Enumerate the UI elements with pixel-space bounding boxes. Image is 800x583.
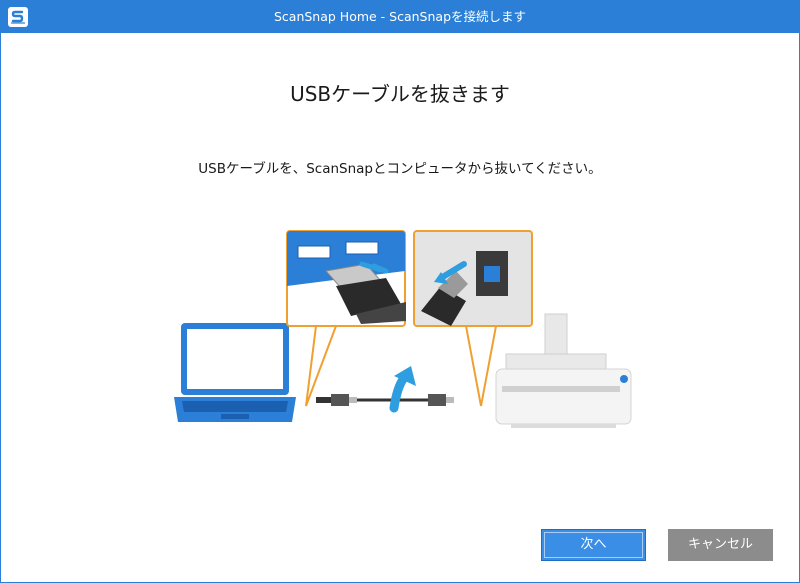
usb-disconnect-illustration [174, 230, 632, 428]
instruction-text: USBケーブルを、ScanSnapとコンピュータから抜いてください。 [198, 161, 602, 177]
next-button[interactable]: 次へ [541, 529, 646, 561]
scanner-icon [495, 313, 632, 428]
title-bar: ScanSnap Home - ScanSnapを接続します [1, 1, 799, 33]
window-title: ScanSnap Home - ScanSnapを接続します [273, 9, 527, 24]
usb-cable-icon [316, 394, 454, 406]
computer-usb-port-callout [286, 230, 406, 407]
page-title: USBケーブルを抜きます [290, 82, 510, 106]
next-button-label: 次へ [544, 532, 643, 558]
laptop-icon [174, 323, 296, 422]
arrow-up-icon [389, 366, 416, 413]
cancel-button[interactable]: キャンセル [668, 529, 773, 561]
dialog-window: ScanSnap Home - ScanSnapを接続します USBケーブルを抜… [0, 0, 800, 583]
